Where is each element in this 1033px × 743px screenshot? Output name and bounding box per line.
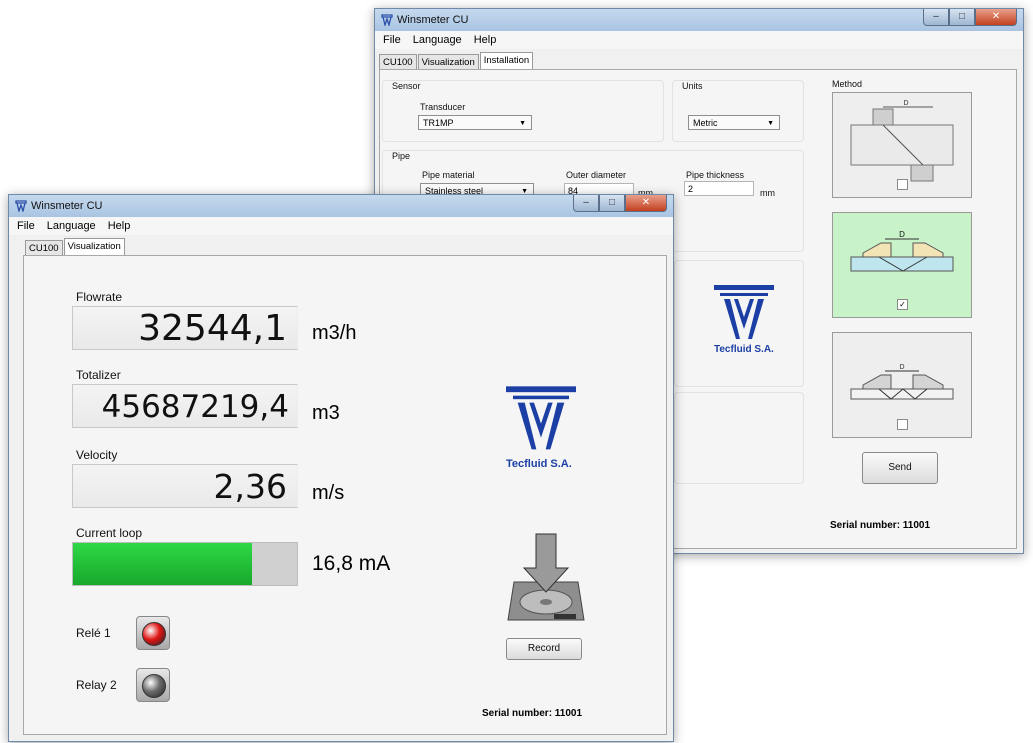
menu-help[interactable]: Help [474, 34, 497, 46]
flowrate-unit: m3/h [312, 322, 357, 344]
close-button[interactable]: ✕ [625, 195, 667, 212]
current-loop-reading: 16,8 mA [312, 552, 391, 575]
velocity-display: 2,36 [72, 464, 298, 508]
totalizer-label: Totalizer [76, 368, 121, 382]
svg-text:D: D [903, 100, 908, 107]
record-button[interactable]: Record [506, 638, 582, 660]
chevron-down-icon: ▼ [767, 120, 774, 127]
minimize-button[interactable]: – [923, 9, 949, 26]
method-option-2-selected[interactable]: D ✓ [832, 212, 972, 318]
chevron-down-icon: ▼ [519, 120, 526, 127]
menu-language[interactable]: Language [47, 220, 96, 232]
current-loop-label: Current loop [76, 526, 143, 540]
title-bar[interactable]: Winsmeter CU – □ ✕ [9, 195, 673, 217]
totalizer-unit: m3 [312, 402, 340, 424]
velocity-label: Velocity [76, 448, 118, 462]
flowrate-display: 32544,1 [72, 306, 298, 350]
menu-bar: File Language Help [375, 31, 1023, 49]
pipe-material-label: Pipe material [422, 170, 475, 180]
app-icon [15, 200, 27, 212]
flowrate-label: Flowrate [76, 290, 123, 304]
method-checkbox-3[interactable] [897, 419, 908, 430]
relay-1-indicator [136, 616, 170, 650]
units-select[interactable]: Metric ▼ [688, 115, 780, 130]
empty-group [674, 392, 804, 484]
velocity-unit: m/s [312, 482, 345, 504]
outer-diameter-label: Outer diameter [566, 170, 627, 180]
svg-text:D: D [899, 230, 905, 239]
minimize-button[interactable]: – [573, 195, 599, 212]
tab-installation[interactable]: Installation [479, 52, 534, 70]
pipe-thickness-label: Pipe thickness [686, 170, 745, 180]
relay-2-lamp-icon [142, 674, 166, 698]
svg-text:D: D [899, 364, 904, 371]
visualization-window: Winsmeter CU – □ ✕ File Language Help CU… [8, 194, 674, 742]
method-option-3[interactable]: D [832, 332, 972, 438]
method-checkbox-2[interactable]: ✓ [897, 299, 908, 310]
title-bar[interactable]: Winsmeter CU – □ ✕ [375, 9, 1023, 31]
transducer-label: Transducer [420, 102, 466, 112]
menu-bar: File Language Help [9, 217, 673, 235]
logo-text: Tecfluid S.A. [506, 458, 572, 470]
maximize-button[interactable]: □ [599, 195, 625, 212]
menu-language[interactable]: Language [413, 34, 462, 46]
menu-help[interactable]: Help [108, 220, 131, 232]
maximize-button[interactable]: □ [949, 9, 975, 26]
pipe-thickness-field[interactable]: 2 [684, 181, 754, 196]
current-loop-bar-fill [73, 543, 253, 585]
send-button[interactable]: Send [862, 452, 938, 484]
serial-number: Serial number: 11001 [482, 708, 583, 719]
menu-file[interactable]: File [383, 34, 401, 46]
pipe-thickness-unit: mm [760, 188, 775, 198]
relay-1-label: Relé 1 [76, 626, 111, 640]
method-label: Method [832, 79, 863, 89]
tecfluid-logo-icon [714, 285, 774, 339]
sensor-group-label: Sensor [392, 81, 421, 91]
save-to-disk-icon[interactable] [506, 532, 586, 628]
method-option-1[interactable]: D [832, 92, 972, 198]
tecfluid-logo-icon [506, 386, 576, 450]
close-button[interactable]: ✕ [975, 9, 1017, 26]
totalizer-display: 45687219,4 [72, 384, 298, 428]
window-title: Winsmeter CU [397, 14, 469, 26]
relay-2-indicator [136, 668, 170, 702]
pipe-group-label: Pipe [392, 151, 411, 161]
method-checkbox-1[interactable] [897, 179, 908, 190]
relay-1-lamp-icon [142, 622, 166, 646]
transducer-value: TR1MP [423, 118, 454, 128]
menu-file[interactable]: File [17, 220, 35, 232]
units-group-label: Units [682, 81, 703, 91]
units-value: Metric [693, 118, 718, 128]
window-title: Winsmeter CU [31, 200, 103, 212]
relay-2-label: Relay 2 [76, 678, 117, 692]
serial-number: Serial number: 11001 [830, 520, 931, 531]
logo-text: Tecfluid S.A. [714, 344, 774, 355]
current-loop-bar [72, 542, 298, 586]
transducer-select[interactable]: TR1MP ▼ [418, 115, 532, 130]
tab-visualization[interactable]: Visualization [63, 238, 125, 256]
visualization-panel: Flowrate 32544,1 m3/h Totalizer 45687219… [23, 255, 667, 735]
app-icon [381, 14, 393, 26]
